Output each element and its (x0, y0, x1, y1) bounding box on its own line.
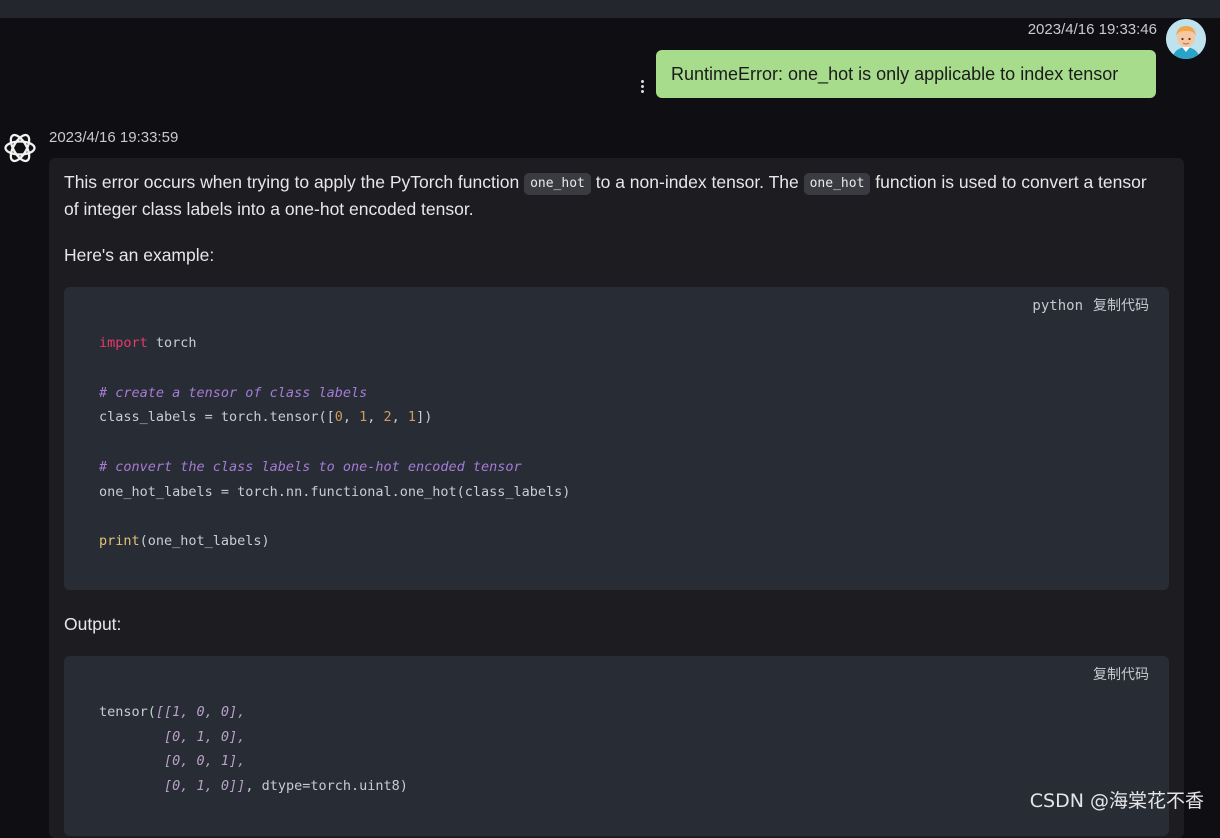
openai-logo-icon (4, 133, 36, 163)
code-text: class_labels = torch.tensor([ (99, 409, 335, 425)
code-line: class_labels = torch.tensor([0, 1, 2, 1]… (99, 409, 433, 425)
copy-code-button[interactable]: 复制代码 (1093, 667, 1149, 683)
code-array: [[1, 0, 0], (155, 704, 246, 720)
intro-text-2: to a non-index tensor. The (590, 172, 804, 192)
code-number: 1 (407, 409, 417, 425)
user-message-bubble: RuntimeError: one_hot is only applicable… (656, 50, 1156, 98)
code-text: ]) (416, 409, 433, 425)
user-message-timestamp: 2023/4/16 19:33:46 (1027, 21, 1157, 38)
assistant-message-timestamp: 2023/4/16 19:33:59 (49, 129, 179, 146)
avatar-icon (1166, 19, 1206, 59)
code-builtin: print (99, 533, 140, 549)
more-vertical-icon[interactable] (635, 80, 649, 98)
code-line: tensor([[1, 0, 0], (99, 704, 245, 720)
code-language-label: python (1032, 298, 1083, 314)
code-line: [0, 1, 0], (99, 729, 246, 745)
assistant-intro-line1: This error occurs when trying to apply t… (64, 169, 1147, 196)
code-text: tensor( (99, 704, 156, 720)
output-label: Output: (64, 614, 122, 634)
code-line: print(one_hot_labels) (99, 533, 270, 549)
code-block-header: 复制代码 (1093, 664, 1149, 684)
inline-code-one-hot: one_hot (524, 173, 591, 195)
code-block-output: 复制代码 tensor([[1, 0, 0], [0, 1, 0], [0, 0… (64, 656, 1169, 836)
code-comment: # convert the class labels to one-hot en… (99, 459, 522, 475)
copy-code-button[interactable]: 复制代码 (1093, 298, 1149, 314)
code-line: one_hot_labels = torch.nn.functional.one… (99, 484, 571, 500)
code-line: import torch (99, 335, 197, 351)
inline-code-one-hot-2: one_hot (803, 173, 871, 195)
code-text: , dtype=torch.uint8) (245, 778, 408, 794)
intro-text-1: This error occurs when trying to apply t… (64, 172, 525, 192)
code-block-python: python 复制代码 import torch # create a tenso… (64, 287, 1169, 590)
code-number: 0 (334, 409, 343, 425)
top-bar (0, 0, 1220, 18)
watermark: CSDN @海棠花不香 (1029, 790, 1204, 812)
code-line: [0, 0, 1], (99, 753, 246, 769)
user-avatar[interactable] (1166, 19, 1206, 59)
user-message-text: RuntimeError: one_hot is only applicable… (671, 64, 1119, 84)
code-array: [0, 1, 0]] (99, 778, 246, 794)
code-number: 1 (359, 409, 368, 425)
code-comment: # create a tensor of class labels (99, 385, 368, 401)
code-line: [0, 1, 0]], dtype=torch.uint8) (99, 778, 408, 794)
code-text: (one_hot_labels) (139, 533, 270, 549)
example-label: Here's an example: (64, 245, 215, 265)
code-text: torch (147, 335, 197, 351)
code-keyword: import (99, 335, 148, 351)
intro-text-3: function is used to convert a tensor (870, 172, 1147, 192)
code-number: 2 (383, 409, 392, 425)
code-block-header: python 复制代码 (1032, 295, 1149, 315)
assistant-intro-line2: of integer class labels into a one-hot e… (64, 199, 474, 219)
